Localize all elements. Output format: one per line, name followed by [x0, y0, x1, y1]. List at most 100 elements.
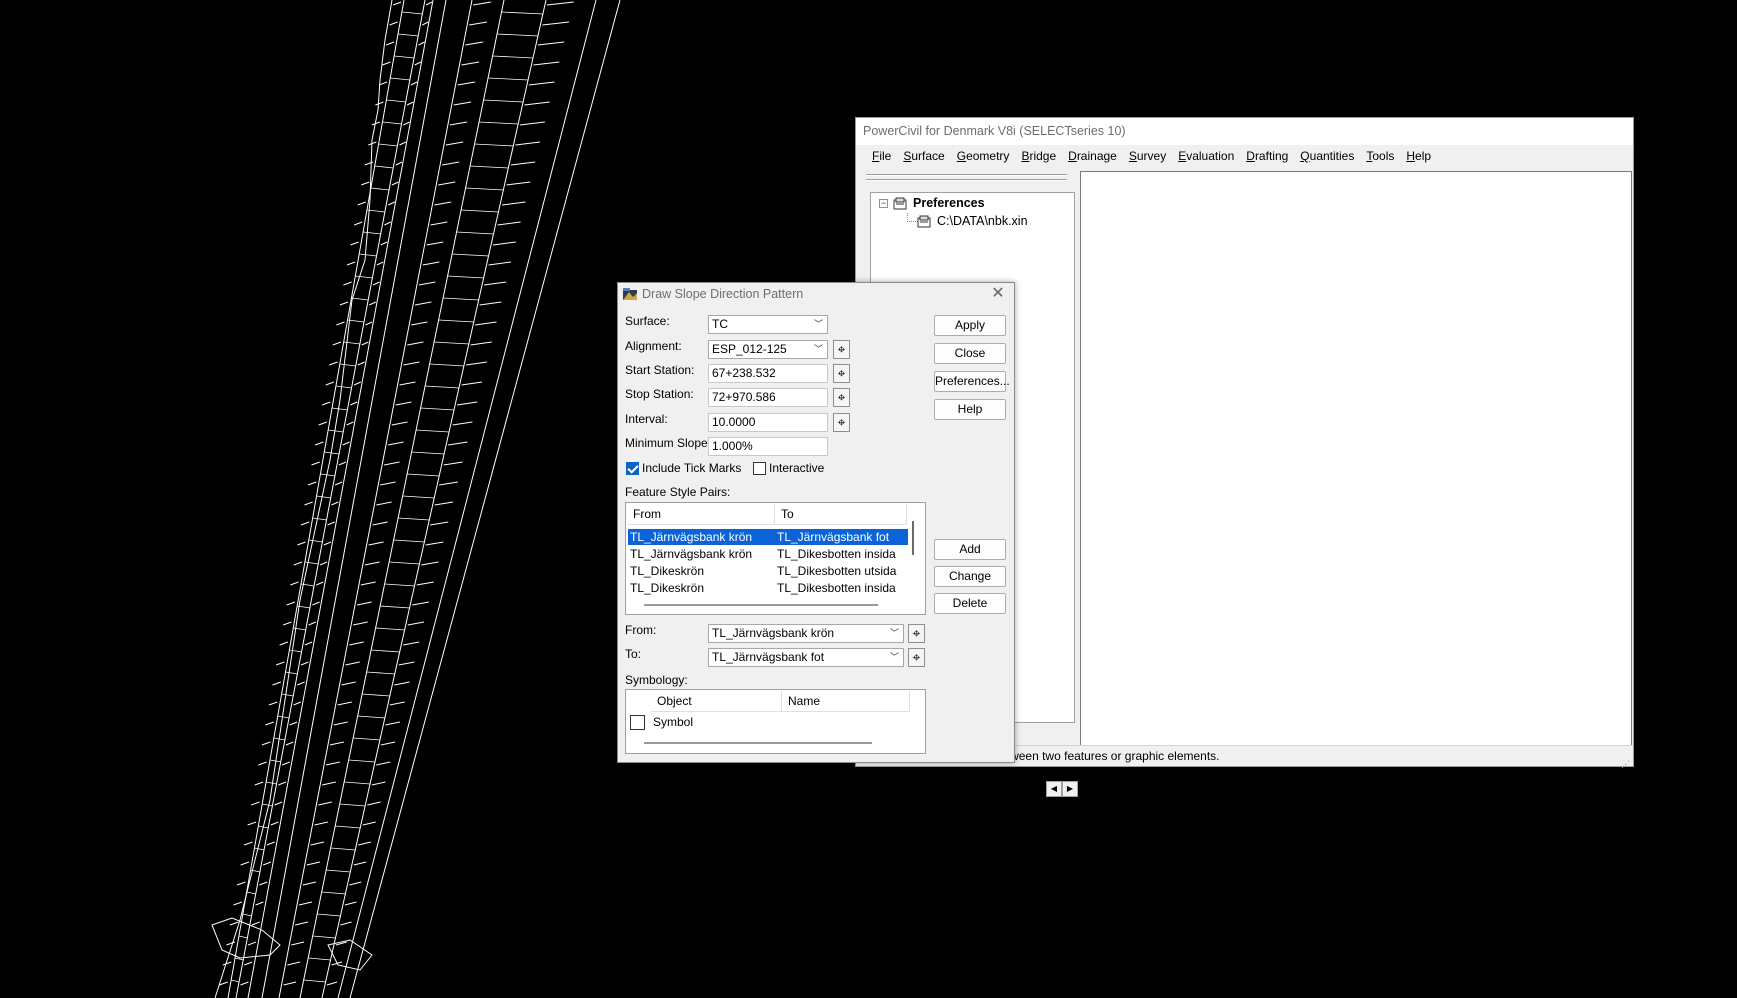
- tree-item-preferences[interactable]: − Preferences: [879, 196, 985, 210]
- cad-line: [375, 101, 384, 106]
- cad-line: [387, 201, 395, 206]
- list-item[interactable]: TL_Dikeskrön TL_Dikesbotten insida: [628, 580, 908, 596]
- cad-line: [361, 181, 370, 186]
- feature-style-pairs-list[interactable]: From To TL_Järnvägsbank krön TL_Järnvägs…: [625, 502, 926, 615]
- column-header-name[interactable]: Name: [782, 691, 910, 712]
- cad-line: [234, 957, 244, 961]
- cad-line: [285, 671, 298, 675]
- cad-line: [302, 881, 317, 886]
- cad-line: [394, 681, 410, 686]
- tree-item-xin-file[interactable]: C:\DATA\nbk.xin: [917, 214, 1028, 228]
- cad-line: [247, 821, 257, 826]
- alignment-select[interactable]: ESP_012-125 ﹀: [708, 340, 828, 359]
- list-item[interactable]: TL_Järnvägsbank krön TL_Dikesbotten insi…: [628, 546, 908, 562]
- list-item[interactable]: TL_Järnvägsbank krön TL_Järnvägsbank fot: [628, 529, 908, 545]
- main-window-title: PowerCivil for Denmark V8i (SELECTseries…: [856, 118, 1633, 145]
- cad-line: [231, 979, 240, 983]
- change-pair-button[interactable]: Change: [934, 566, 1006, 587]
- menu-tools[interactable]: Tools: [1360, 149, 1400, 163]
- cad-line: [443, 461, 463, 466]
- cad-line: [378, 143, 398, 147]
- cad-line: [497, 33, 539, 37]
- cad-line: [483, 281, 507, 286]
- cad-line: [312, 601, 320, 606]
- cad-line: [233, 901, 243, 906]
- close-icon[interactable]: ✕: [990, 286, 1006, 302]
- menu-surface[interactable]: Surface: [897, 149, 950, 163]
- menu-survey[interactable]: Survey: [1123, 149, 1172, 163]
- menu-quantities[interactable]: Quantities: [1294, 149, 1360, 163]
- interval-input[interactable]: 10.0000: [708, 413, 828, 432]
- panel-tab-fragment[interactable]: age: [1024, 782, 1044, 796]
- menu-geometry[interactable]: Geometry: [951, 149, 1016, 163]
- apply-button[interactable]: Apply: [934, 315, 1006, 336]
- cad-line: [418, 281, 436, 286]
- menu-bridge[interactable]: Bridge: [1015, 149, 1062, 163]
- symbol-checkbox[interactable]: [630, 715, 645, 730]
- cad-line: [251, 921, 260, 926]
- menu-drafting[interactable]: Drafting: [1240, 149, 1294, 163]
- cad-line: [392, 1, 402, 6]
- list-item[interactable]: TL_Dikeskrön TL_Dikesbotten utsida: [628, 563, 908, 579]
- cad-line: [537, 41, 565, 46]
- to-feature-select[interactable]: TL_Järnvägsbank fot ﹀: [708, 648, 904, 667]
- cad-line: [461, 209, 499, 213]
- cad-line: [325, 381, 335, 386]
- minimum-slope-input[interactable]: 1.000%: [708, 437, 828, 456]
- menu-evaluation[interactable]: Evaluation: [1172, 149, 1240, 163]
- cad-line: [357, 361, 365, 366]
- cad-line: [438, 181, 456, 186]
- surface-select[interactable]: TC ﹀: [708, 315, 828, 334]
- interval-pick-crosshair-icon[interactable]: ⌖: [833, 413, 850, 432]
- cad-line: [266, 781, 277, 785]
- to-pick-crosshair-icon[interactable]: ⌖: [908, 648, 925, 667]
- cad-line: [214, 0, 393, 998]
- menu-drainage[interactable]: Drainage: [1062, 149, 1123, 163]
- from-pick-crosshair-icon[interactable]: ⌖: [908, 624, 925, 643]
- start-station-pick-crosshair-icon[interactable]: ⌖: [833, 364, 850, 383]
- cad-line: [304, 641, 313, 646]
- cad-line: [398, 517, 430, 521]
- menu-file[interactable]: File: [866, 149, 897, 163]
- horizontal-scrollbar[interactable]: [644, 604, 878, 606]
- cad-line: [488, 261, 512, 266]
- stop-station-input[interactable]: 72+970.586: [708, 388, 828, 407]
- panel-tab-strip[interactable]: age ◀ ▶: [872, 780, 1079, 800]
- main-content-area[interactable]: [1080, 171, 1632, 747]
- column-header-to[interactable]: To: [775, 504, 907, 525]
- cad-line: [356, 601, 372, 606]
- start-station-input[interactable]: 67+238.532: [708, 364, 828, 383]
- cad-line: [430, 521, 449, 526]
- resize-grip-icon[interactable]: ⋰: [1621, 754, 1631, 769]
- cad-line: [403, 121, 410, 126]
- column-header-from[interactable]: From: [627, 504, 775, 525]
- interactive-checkbox[interactable]: [753, 462, 766, 475]
- tree-collapse-icon[interactable]: −: [879, 198, 888, 208]
- include-tick-marks-checkbox[interactable]: [626, 462, 639, 475]
- alignment-pick-crosshair-icon[interactable]: ⌖: [833, 340, 850, 359]
- tab-scroll-left-icon[interactable]: ◀: [1046, 781, 1062, 797]
- close-button[interactable]: Close: [934, 343, 1006, 364]
- cad-line: [318, 421, 328, 426]
- cad-line: [304, 501, 313, 506]
- tab-scroll-right-icon[interactable]: ▶: [1062, 781, 1078, 797]
- preferences-button[interactable]: Preferences...: [934, 371, 1010, 392]
- delete-pair-button[interactable]: Delete: [934, 593, 1006, 614]
- cad-line: [442, 161, 460, 166]
- from-feature-select[interactable]: TL_Järnvägsbank krön ﹀: [708, 624, 904, 643]
- stop-station-pick-crosshair-icon[interactable]: ⌖: [833, 388, 850, 407]
- menu-help[interactable]: Help: [1400, 149, 1437, 163]
- cad-line: [407, 473, 440, 477]
- cad-line: [479, 121, 519, 125]
- vertical-scrollbar[interactable]: [912, 521, 914, 555]
- symbology-list[interactable]: Object Name Symbol: [625, 689, 926, 754]
- cad-line: [254, 781, 264, 786]
- cad-line: [319, 561, 328, 566]
- column-header-object[interactable]: Object: [651, 691, 782, 712]
- cad-line: [370, 187, 390, 191]
- chevron-down-icon: ﹀: [889, 628, 899, 638]
- symbology-horizontal-scrollbar[interactable]: [644, 742, 872, 744]
- add-pair-button[interactable]: Add: [934, 539, 1006, 560]
- cad-line: [420, 407, 455, 411]
- help-button[interactable]: Help: [934, 399, 1006, 420]
